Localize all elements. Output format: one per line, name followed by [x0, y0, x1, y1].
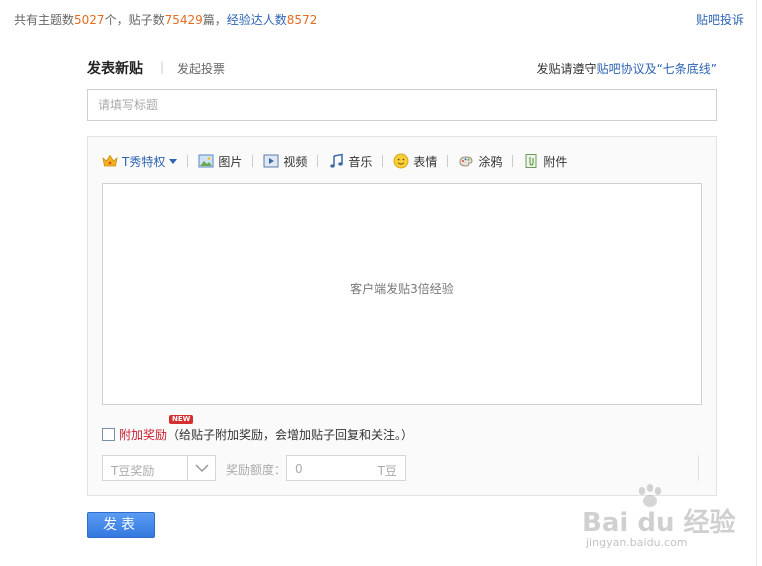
- page-title[interactable]: 发表新贴: [87, 58, 143, 78]
- editor-panel: T秀特权 图片 视频 音乐 表情 涂鸦 附件 客户端发贴3倍经验 附加奖励 NE…: [87, 136, 717, 496]
- paint-palette-icon: [459, 156, 473, 167]
- reward-description: （给贴子附加奖励，会增加贴子回复和关注。）: [167, 427, 414, 442]
- reward-amount-label: 奖励额度：: [226, 463, 287, 477]
- submit-button[interactable]: 发表: [87, 512, 155, 538]
- reward-amount-input[interactable]: 0 T豆: [286, 455, 406, 481]
- page-right-border: [756, 0, 757, 566]
- chevron-down-icon: [169, 158, 178, 164]
- music-note-icon: [330, 153, 344, 168]
- image-icon: [198, 154, 214, 168]
- smiley-icon: [393, 153, 409, 169]
- chevron-down-icon: [195, 464, 209, 473]
- emoji-button[interactable]: 表情: [393, 153, 437, 170]
- baidu-jingyan-watermark: Bai du 经验 jingyan.baidu.com: [582, 484, 752, 550]
- rules-notice-text: 发贴请遵守: [536, 62, 597, 76]
- topics-count: 5027: [74, 13, 105, 27]
- select-dropdown-button[interactable]: [187, 456, 215, 480]
- emoji-label: 表情: [413, 154, 438, 169]
- reward-row: 附加奖励 NEW （给贴子附加奖励，会增加贴子回复和关注。）: [102, 414, 414, 443]
- reward-checkbox[interactable]: [102, 427, 115, 441]
- experts-link[interactable]: 经验达人数: [227, 13, 287, 27]
- video-icon: [263, 154, 279, 168]
- doodle-button[interactable]: 涂鸦: [458, 153, 502, 170]
- new-badge: NEW: [169, 414, 194, 424]
- title-input[interactable]: [87, 89, 717, 121]
- crown-icon: [102, 154, 118, 167]
- reward-amount-unit: T豆: [377, 464, 397, 478]
- topics-label: 共有主题数: [14, 13, 75, 27]
- reward-controls: T豆奖励 奖励额度： 0 T豆: [102, 455, 702, 481]
- tab-vote[interactable]: 发起投票: [177, 60, 225, 77]
- music-button[interactable]: 音乐: [328, 153, 372, 170]
- tshow-privilege-button[interactable]: T秀特权: [102, 153, 178, 170]
- posts-label: 个，贴子数: [104, 13, 165, 27]
- tab-separator: |: [160, 60, 165, 74]
- attachment-label: 附件: [543, 154, 568, 169]
- rules-notice: 发贴请遵守贴吧协议及“七条底线”: [537, 60, 717, 77]
- controls-divider: [698, 455, 699, 481]
- doodle-label: 涂鸦: [478, 154, 503, 169]
- top-stats-bar: 共有主题数5027个，贴子数75429篇，经验达人数8572 贴吧投诉: [0, 0, 762, 36]
- video-button[interactable]: 视频: [263, 153, 307, 170]
- attachment-icon: [525, 154, 537, 168]
- watermark-text: Bai du 经验: [582, 508, 736, 538]
- toolbar-separator: [317, 155, 319, 167]
- reward-label[interactable]: 附加奖励 NEW: [119, 414, 194, 443]
- image-button[interactable]: 图片: [198, 153, 242, 170]
- video-label: 视频: [283, 154, 308, 169]
- complain-link[interactable]: 贴吧投诉: [696, 11, 744, 28]
- posts-unit: 篇，: [202, 13, 227, 27]
- forum-stats: 共有主题数5027个，贴子数75429篇，经验达人数8572: [14, 11, 317, 28]
- experts-count: 8572: [286, 13, 318, 27]
- tshow-label: T秀特权: [122, 154, 166, 169]
- reward-label-text: 附加奖励: [119, 427, 168, 442]
- editor-placeholder: 客户端发贴3倍经验: [350, 282, 454, 296]
- toolbar-separator: [187, 155, 189, 167]
- watermark-url: jingyan.baidu.com: [586, 536, 688, 549]
- music-label: 音乐: [348, 154, 373, 169]
- toolbar-separator: [447, 155, 449, 167]
- reward-type-select[interactable]: T豆奖励: [102, 455, 216, 481]
- rules-link[interactable]: 贴吧协议及“七条底线”: [597, 62, 717, 76]
- editor-toolbar: T秀特权 图片 视频 音乐 表情 涂鸦 附件: [102, 151, 567, 171]
- attachment-button[interactable]: 附件: [523, 153, 567, 170]
- image-label: 图片: [218, 154, 243, 169]
- toolbar-separator: [512, 155, 514, 167]
- posts-count: 75429: [164, 13, 203, 27]
- content-editor[interactable]: 客户端发贴3倍经验: [102, 183, 702, 405]
- toolbar-separator: [252, 155, 254, 167]
- post-header: 发表新贴 | 发起投票 发贴请遵守贴吧协议及“七条底线”: [87, 58, 717, 80]
- toolbar-separator: [382, 155, 384, 167]
- reward-amount-value: 0: [295, 462, 303, 476]
- reward-type-value: T豆奖励: [111, 464, 155, 478]
